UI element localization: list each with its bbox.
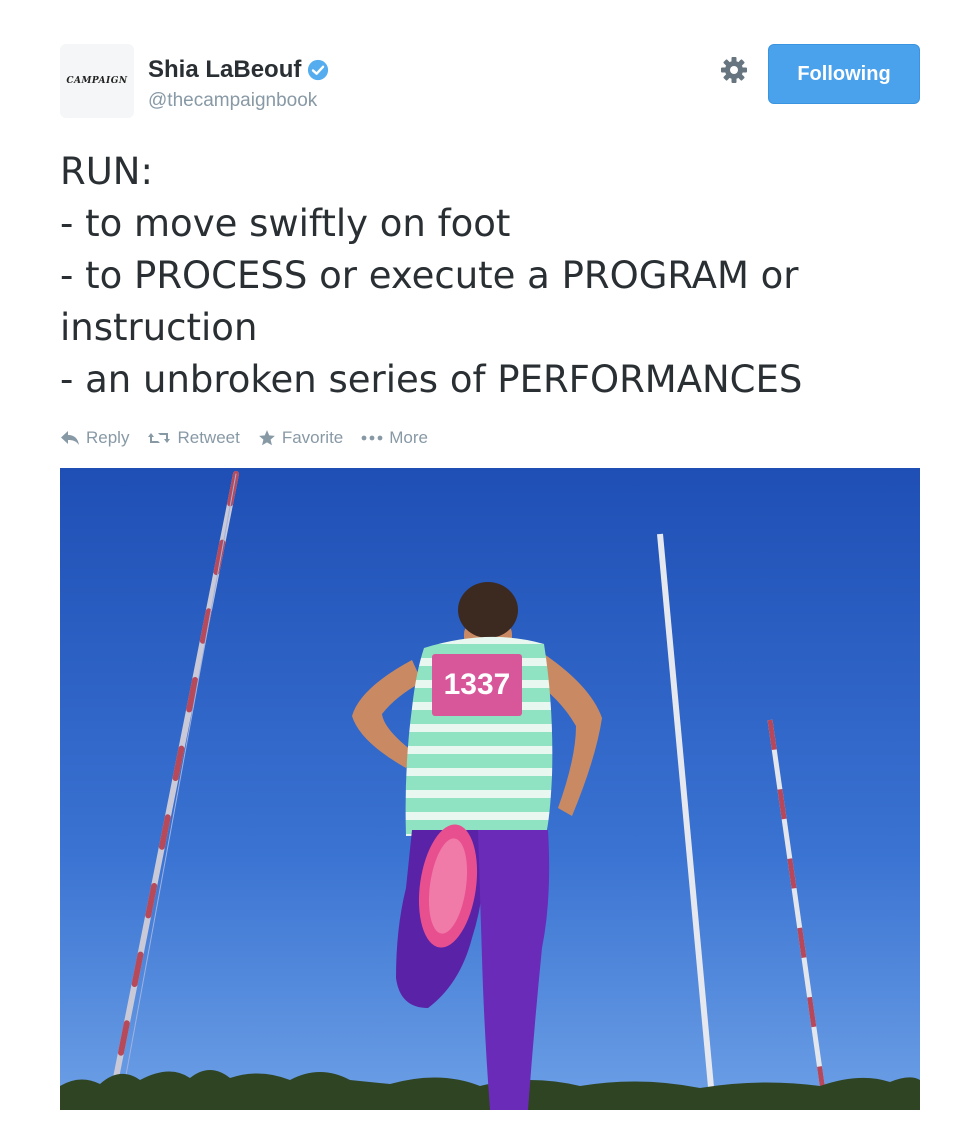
favorite-star-icon bbox=[258, 430, 275, 446]
favorite-label: Favorite bbox=[281, 428, 344, 447]
favorite-action[interactable]: Favorite bbox=[258, 428, 343, 448]
reply-action[interactable]: Reply bbox=[60, 428, 129, 448]
tweet-line: instruction bbox=[60, 306, 258, 349]
retweet-action[interactable]: Retweet bbox=[147, 428, 240, 448]
reply-label: Reply bbox=[86, 428, 130, 447]
runner-photo-illustration: 1337 bbox=[60, 468, 920, 1110]
retweet-label: Retweet bbox=[177, 428, 240, 447]
retweet-icon bbox=[148, 433, 171, 443]
name-row: Shia LaBeouf bbox=[148, 56, 329, 84]
tweet-line: RUN: bbox=[60, 150, 153, 193]
bib-number: 1337 bbox=[444, 668, 511, 701]
more-dots-icon bbox=[361, 435, 383, 441]
avatar-logo-text: CAMPAIGN bbox=[66, 76, 128, 86]
tweet-line: - to move swiftly on foot bbox=[60, 202, 511, 245]
following-button[interactable]: Following bbox=[768, 44, 920, 104]
display-name[interactable]: Shia LaBeouf bbox=[148, 56, 301, 84]
tweet-photo[interactable]: 1337 bbox=[60, 468, 920, 1110]
gear-icon[interactable] bbox=[718, 54, 750, 86]
more-label: More bbox=[389, 428, 428, 447]
tweet-actions: Reply Retweet Favorite More bbox=[60, 428, 446, 448]
avatar[interactable]: CAMPAIGN bbox=[60, 44, 134, 118]
tweet-line: - an unbroken series of PERFORMANCES bbox=[60, 358, 803, 401]
more-action[interactable]: More bbox=[361, 428, 428, 448]
tweet-text: RUN: - to move swiftly on foot - to PROC… bbox=[60, 146, 940, 406]
verified-badge-icon bbox=[308, 59, 329, 81]
user-handle[interactable]: @thecampaignbook bbox=[148, 90, 317, 112]
reply-icon bbox=[61, 431, 79, 445]
tweet-line: - to PROCESS or execute a PROGRAM or bbox=[60, 254, 799, 297]
